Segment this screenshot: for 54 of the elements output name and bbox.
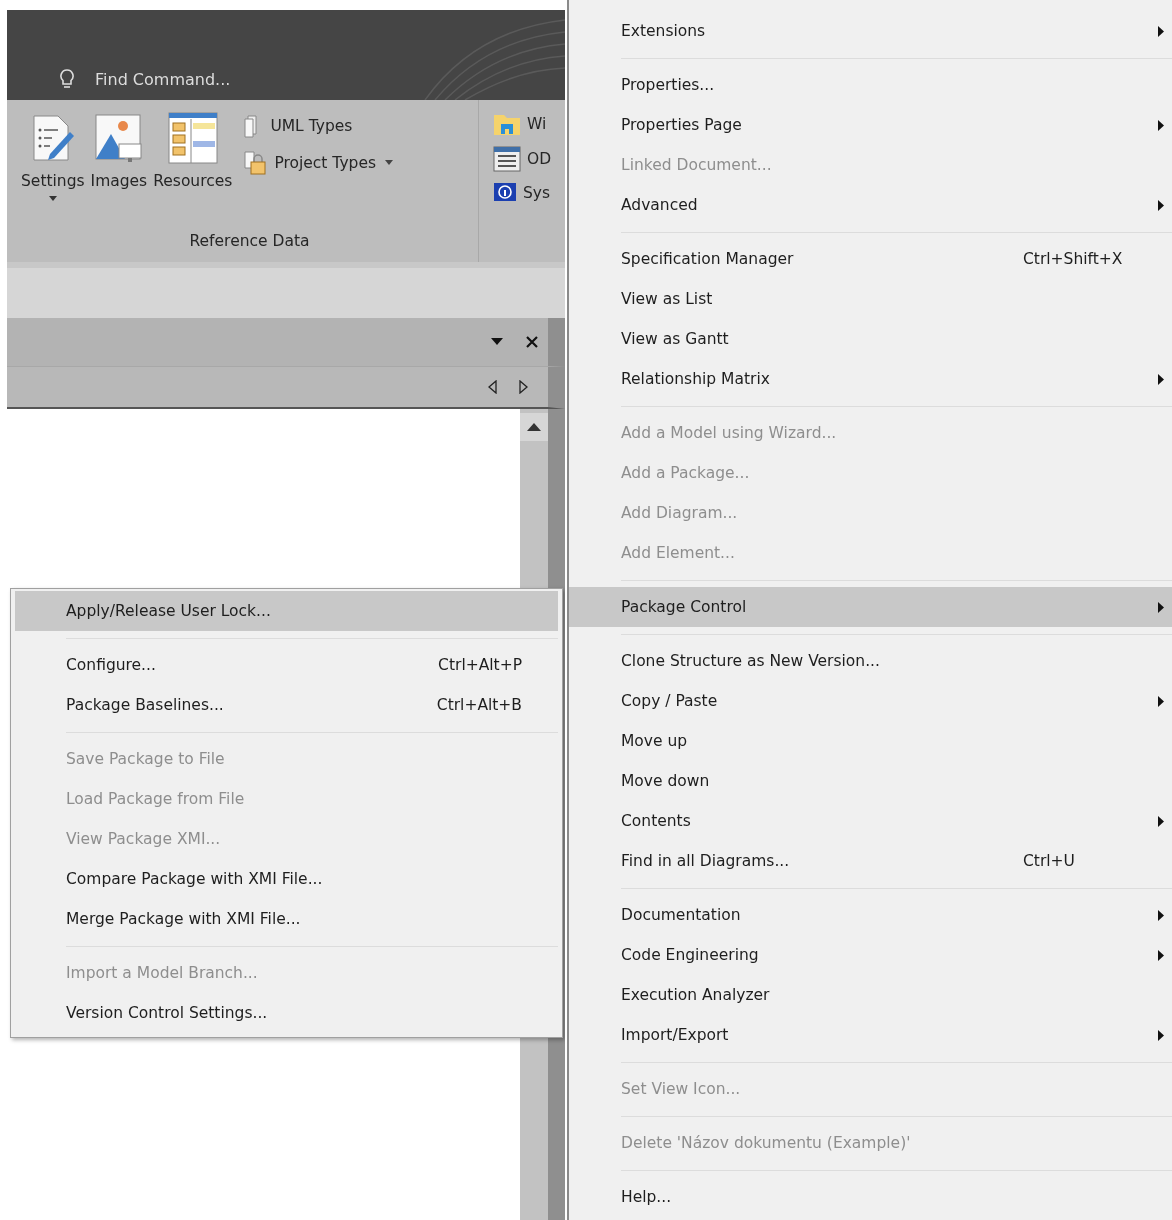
menu-item[interactable]: Move up (569, 721, 1172, 761)
menu-item[interactable]: Compare Package with XMI File... (15, 859, 558, 899)
menu-item[interactable]: Advanced (569, 185, 1172, 225)
menu-item[interactable]: Configure... Ctrl+Alt+P (15, 645, 558, 685)
menu-item[interactable]: Move down (569, 761, 1172, 801)
scroll-up-button[interactable] (520, 413, 548, 441)
menu-item[interactable]: Properties Page (569, 105, 1172, 145)
scroll-right-icon[interactable] (519, 380, 528, 394)
dropdown-icon[interactable] (490, 338, 504, 346)
ribbon-button[interactable]: Settings (21, 110, 85, 232)
document-lock-icon (242, 150, 267, 176)
menu-item[interactable]: Clone Structure as New Version... (569, 641, 1172, 681)
menu-item[interactable]: Package Control (569, 587, 1172, 627)
menu-item[interactable]: Merge Package with XMI File... (15, 899, 558, 939)
menu-item[interactable]: Relationship Matrix (569, 359, 1172, 399)
ribbon-button[interactable]: UML Types (242, 114, 394, 138)
menu-item[interactable]: View as List (569, 279, 1172, 319)
menu-item[interactable]: Copy / Paste (569, 681, 1172, 721)
caret-icon (384, 160, 394, 166)
database-window-icon (493, 146, 521, 172)
shortcut-label: Ctrl+Shift+X (1023, 250, 1123, 268)
shortcut-label: Ctrl+Alt+P (438, 656, 522, 674)
ribbon-button[interactable]: Images (90, 110, 148, 232)
menu-item[interactable]: Documentation (569, 895, 1172, 935)
up-arrow-icon (527, 423, 541, 431)
menu-item[interactable]: Code Engineering (569, 935, 1172, 975)
menu-item[interactable]: Find in all Diagrams... Ctrl+U (569, 841, 1172, 881)
menu-item[interactable]: Version Control Settings... (15, 993, 558, 1033)
resources-list-icon (166, 110, 219, 166)
search-field[interactable]: Find Command... (95, 69, 315, 89)
menu-item[interactable]: Specification Manager Ctrl+Shift+X (569, 239, 1172, 279)
menu-item[interactable]: Contents (569, 801, 1172, 841)
shortcut-label: Ctrl+Alt+B (436, 696, 522, 714)
lightbulb-icon (59, 68, 75, 90)
menu-item[interactable]: Package Baselines... Ctrl+Alt+B (15, 685, 558, 725)
folder-icon (493, 112, 521, 136)
menu-item[interactable]: Execution Analyzer (569, 975, 1172, 1015)
ribbon-group-label: Reference Data (188, 232, 311, 252)
menu-item[interactable]: Import/Export (569, 1015, 1172, 1055)
shortcut-label: Ctrl+U (1023, 852, 1075, 870)
menu-item[interactable]: Help... (569, 1177, 1172, 1217)
ribbon-button[interactable]: Project Types (242, 150, 394, 176)
menu-item[interactable]: View as Gantt (569, 319, 1172, 359)
caret-icon (47, 196, 58, 202)
scroll-left-icon[interactable] (488, 380, 497, 394)
ribbon-button[interactable]: OD (493, 146, 552, 172)
close-icon[interactable] (526, 336, 538, 348)
ribbon-button[interactable]: Resources (153, 110, 233, 232)
menu-item[interactable]: Extensions (569, 11, 1172, 51)
ribbon-button[interactable]: Sys (493, 182, 552, 204)
menu-item[interactable]: Properties... (569, 65, 1172, 105)
info-icon (493, 182, 517, 204)
menu-item[interactable]: Apply/Release User Lock... (15, 591, 558, 631)
ribbon-button[interactable]: Wi (493, 112, 552, 136)
